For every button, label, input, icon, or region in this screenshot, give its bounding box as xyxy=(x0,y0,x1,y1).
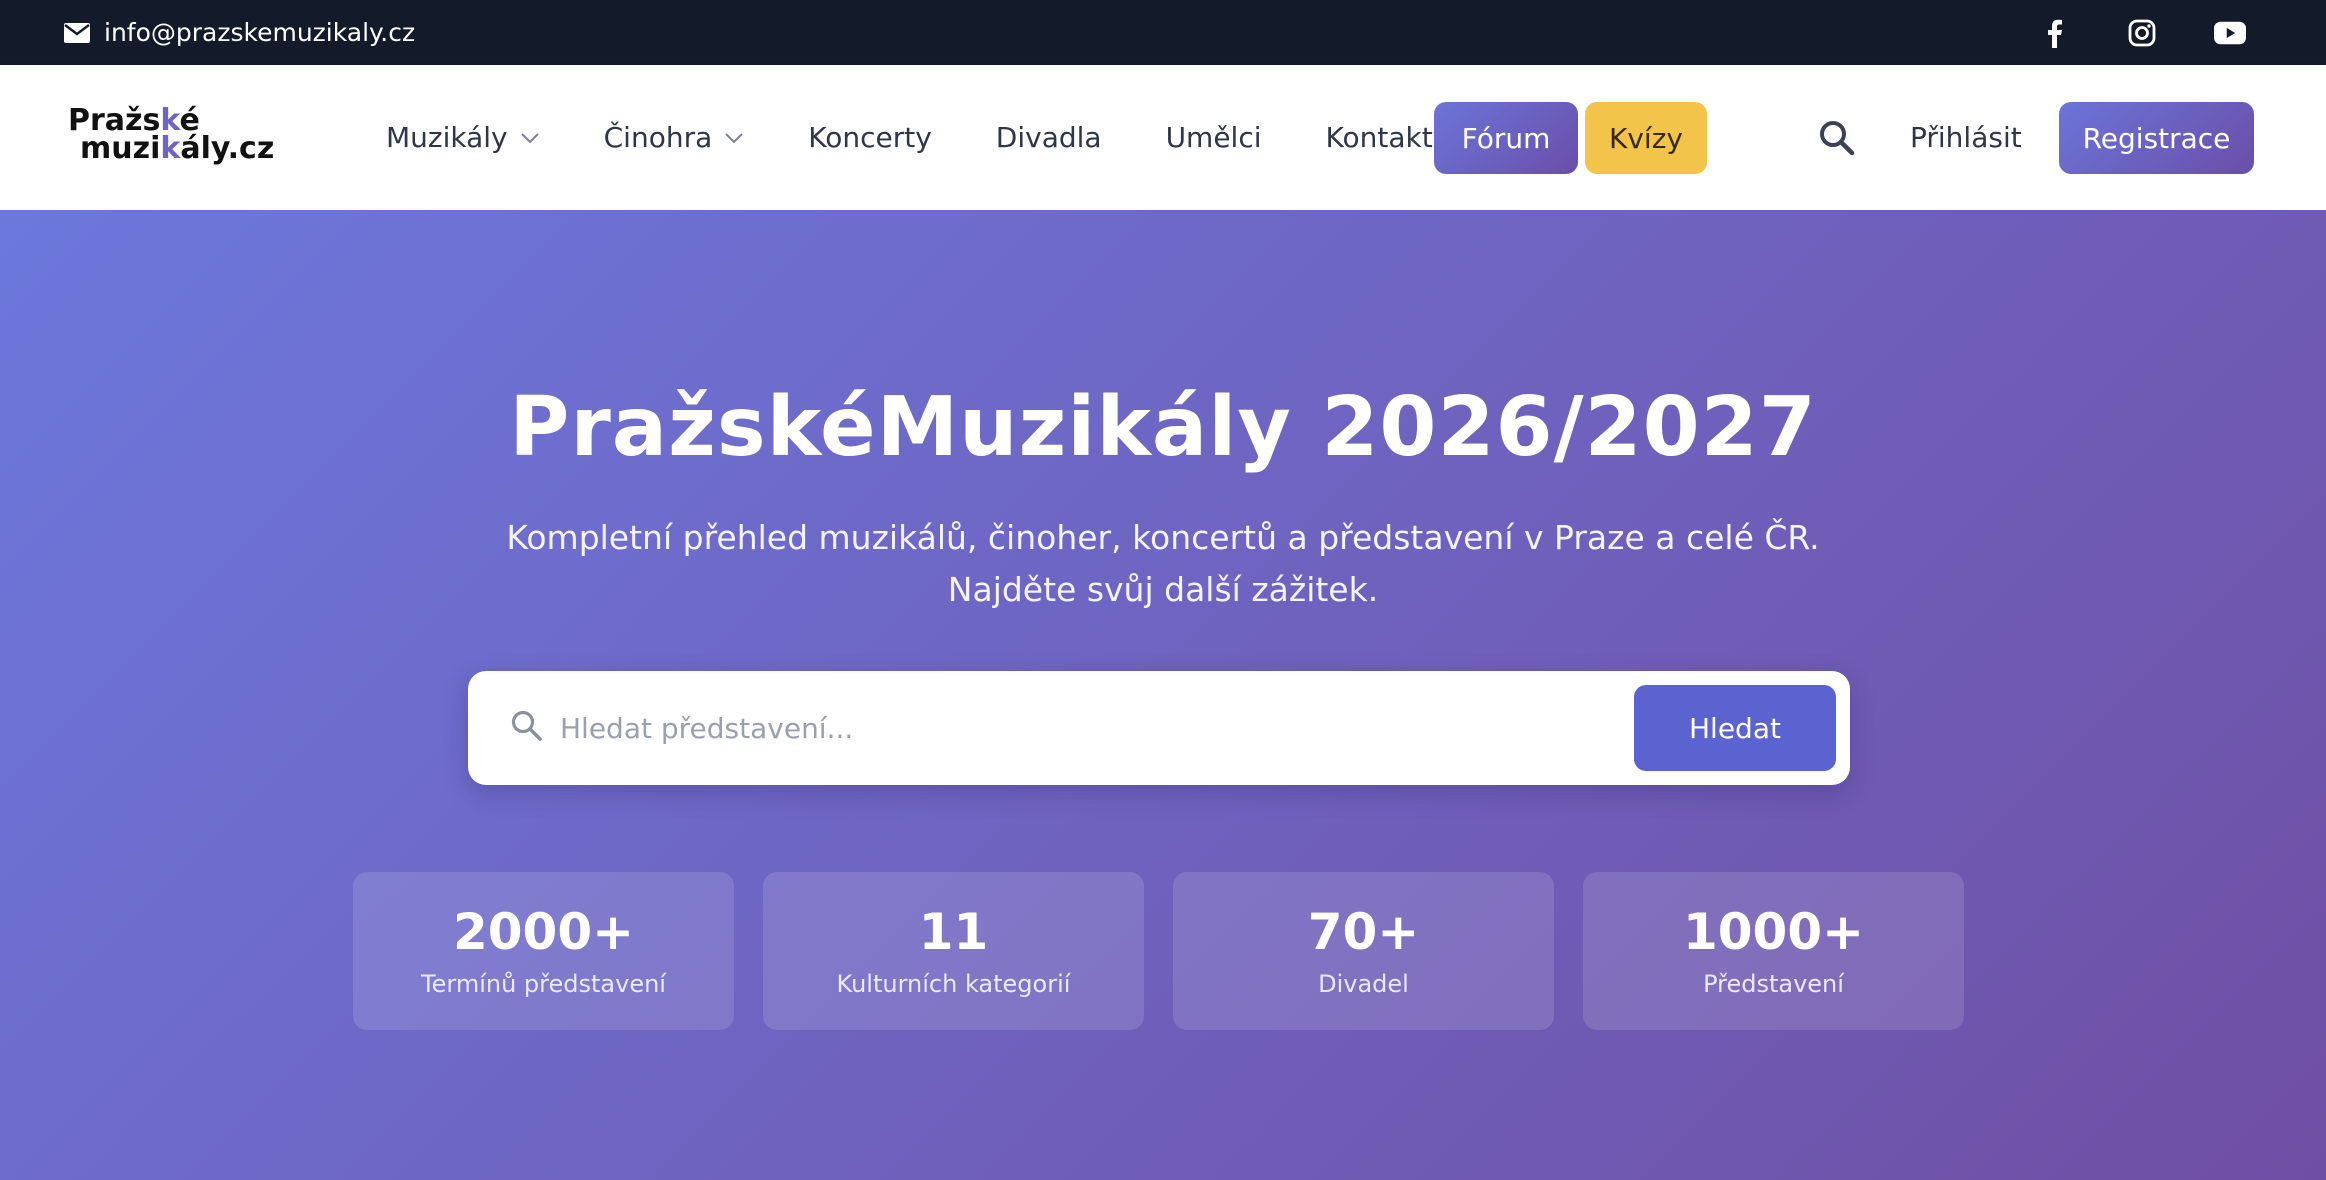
stat-label: Představení xyxy=(1703,970,1844,998)
stat-label: Kulturních kategorií xyxy=(836,970,1071,998)
nav-item-umelci[interactable]: Umělci xyxy=(1166,121,1262,154)
main-navigation: Pražské muzikály.cz Muzikály Činohra Kon… xyxy=(0,65,2326,210)
youtube-icon[interactable] xyxy=(2214,17,2246,49)
hero-section: PražskéMuzikály 2026/2027 Kompletní přeh… xyxy=(0,210,2326,1180)
search-icon xyxy=(511,710,542,741)
site-logo[interactable]: Pražské muzikály.cz xyxy=(68,106,275,166)
chevron-down-icon xyxy=(725,132,743,143)
stat-value: 11 xyxy=(918,903,989,961)
nav-item-cinohra[interactable]: Činohra xyxy=(604,121,745,154)
forum-button[interactable]: Fórum xyxy=(1434,102,1578,174)
nav-item-label: Činohra xyxy=(603,121,713,154)
search-bar: Hledat xyxy=(468,671,1850,785)
chevron-down-icon xyxy=(520,132,539,143)
email-text: info@prazskemuzikaly.cz xyxy=(104,18,416,47)
hero-title: PražskéMuzikály 2026/2027 xyxy=(509,380,1817,475)
stat-card: 2000+ Termínů představení xyxy=(353,872,734,1030)
stat-value: 1000+ xyxy=(1682,903,1865,961)
hero-subtitle-line-2: Najděte svůj další zážitek. xyxy=(947,570,1379,609)
instagram-icon[interactable] xyxy=(2126,17,2158,49)
stat-card: 70+ Divadel xyxy=(1173,872,1554,1030)
search-icon[interactable] xyxy=(1818,119,1856,157)
nav-item-label: Muzikály xyxy=(386,121,508,154)
stat-value: 70+ xyxy=(1307,903,1420,961)
facebook-icon[interactable] xyxy=(2038,17,2070,49)
nav-item-divadla[interactable]: Divadla xyxy=(996,121,1102,154)
email-link[interactable]: info@prazskemuzikaly.cz xyxy=(64,0,415,65)
nav-item-kontakty[interactable]: Kontakty xyxy=(1326,121,1450,154)
stats-row: 2000+ Termínů představení 11 Kulturních … xyxy=(353,872,1964,1030)
hero-subtitle: Kompletní přehled muzikálů, činoher, kon… xyxy=(463,512,1863,616)
login-link[interactable]: Přihlásit xyxy=(1910,65,2022,210)
stat-value: 2000+ xyxy=(452,903,635,961)
nav-item-muzikaly[interactable]: Muzikály xyxy=(386,121,540,154)
stat-label: Termínů představení xyxy=(421,970,666,998)
envelope-icon xyxy=(64,22,90,43)
nav-item-koncerty[interactable]: Koncerty xyxy=(808,121,932,154)
quiz-button[interactable]: Kvízy xyxy=(1585,102,1707,174)
social-links xyxy=(2038,0,2246,65)
stat-label: Divadel xyxy=(1318,970,1409,998)
nav-menu: Muzikály Činohra Koncerty Divadla Umělci… xyxy=(386,65,1513,210)
search-button[interactable]: Hledat xyxy=(1634,685,1836,771)
stat-card: 11 Kulturních kategorií xyxy=(763,872,1144,1030)
logo-line-2: muzikály.cz xyxy=(80,131,275,166)
stat-card: 1000+ Představení xyxy=(1583,872,1964,1030)
search-input[interactable] xyxy=(560,693,1560,763)
register-button[interactable]: Registrace xyxy=(2059,102,2254,174)
top-bar: info@prazskemuzikaly.cz xyxy=(0,0,2326,65)
hero-subtitle-line-1: Kompletní přehled muzikálů, činoher, kon… xyxy=(506,518,1820,557)
